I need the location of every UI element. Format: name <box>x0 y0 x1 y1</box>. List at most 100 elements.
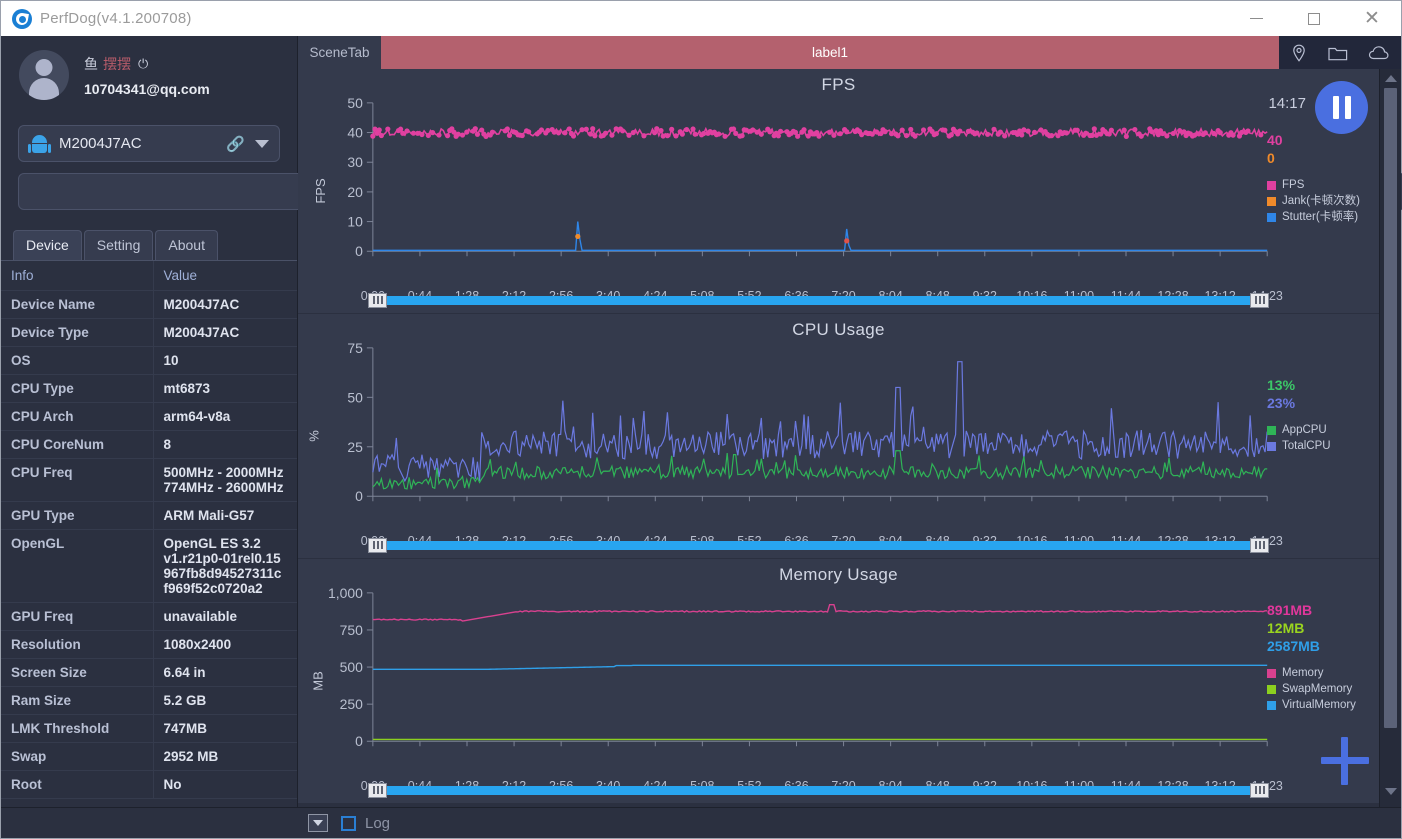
slider-handle-left[interactable] <box>368 782 387 798</box>
series-appcpu <box>372 450 1268 490</box>
legend-current-value: 0 <box>1267 150 1275 166</box>
chart-legend: 891MB 12MB 2587MB Memory SwapMemory VirtualMe… <box>1267 601 1375 713</box>
window-title: PerfDog(v4.1.200708) <box>40 10 192 27</box>
slider-handle-right[interactable] <box>1250 292 1269 308</box>
device-select[interactable]: M2004J7AC 🔗 <box>18 125 280 162</box>
slider-handle-left[interactable] <box>368 292 387 308</box>
device-info-rows: Device Name M2004J7AC Device Type M2004J7AC… <box>1 290 297 799</box>
slider-handle-left[interactable] <box>368 537 387 553</box>
chart-plot: 0 10 20 30 40 50 <box>347 95 1268 259</box>
column-header-value: Value <box>153 261 297 291</box>
pause-icon <box>1344 96 1351 119</box>
chart-memory-usage: Memory UsageMB02505007501,0000:000:441:2… <box>298 559 1379 804</box>
label-tab[interactable]: label1 <box>381 36 1279 69</box>
scene-tab[interactable]: SceneTab <box>298 36 381 69</box>
row-key: CPU Freq <box>1 458 154 502</box>
y-tick-label: 0 <box>355 243 363 259</box>
table-row: CPU Freq 500MHz - 2000MHz 774MHz - 2600MHz <box>1 458 297 502</box>
avatar-icon[interactable] <box>19 50 69 100</box>
usb-link-icon[interactable]: 🔗 <box>226 135 245 153</box>
tab-setting[interactable]: Setting <box>83 230 154 260</box>
scrollbar-thumb[interactable] <box>1384 88 1397 728</box>
series-jank <box>575 233 581 240</box>
slider-track[interactable] <box>387 295 1250 305</box>
time-range-slider[interactable] <box>368 782 1269 798</box>
legend-item[interactable]: Stutter(卡顿率) <box>1267 209 1375 225</box>
table-row: CPU CoreNum 8 <box>1 430 297 459</box>
close-icon: ✕ <box>1364 8 1380 29</box>
chart-cpu-usage: CPU Usage%02550750:000:441:282:122:563:4… <box>298 314 1379 559</box>
legend-item[interactable]: Jank(卡顿次数) <box>1267 193 1375 209</box>
user-profile: 鱼 摆摆 ⏻ 10704341@qq.com <box>1 36 297 112</box>
row-key: CPU Arch <box>1 402 154 431</box>
scroll-up-icon[interactable] <box>1384 75 1397 82</box>
log-checkbox[interactable] <box>341 815 356 831</box>
folder-icon[interactable] <box>1327 43 1349 63</box>
sidebar: 鱼 摆摆 ⏻ 10704341@qq.com M2004J7AC 🔗 和平精英 <box>1 36 1402 807</box>
slider-track[interactable] <box>387 785 1250 795</box>
row-value: OpenGL ES 3.2 v1.r21p0-01rel0.15 967fb8d94… <box>153 529 297 603</box>
legend-label: Jank(卡顿次数) <box>1282 195 1360 207</box>
y-tick-label: 20 <box>347 184 363 200</box>
row-value: ARM Mali-G57 <box>153 501 297 530</box>
tab-device[interactable]: Device <box>13 230 82 260</box>
power-icon[interactable]: ⏻ <box>138 56 148 72</box>
legend-item[interactable]: AppCPU <box>1267 422 1375 438</box>
close-button[interactable]: ✕ <box>1343 1 1401 36</box>
tab-about[interactable]: About <box>155 230 218 260</box>
row-key: CPU CoreNum <box>1 430 154 459</box>
maximize-button[interactable] <box>1285 1 1343 36</box>
table-row: Swap 2952 MB <box>1 742 297 771</box>
table-row: Resolution 1080x2400 <box>1 630 297 659</box>
legend-item[interactable]: FPS <box>1267 177 1375 193</box>
user-nickname: 鱼 摆摆 ⏻ <box>84 54 210 74</box>
series-fps <box>370 126 1264 139</box>
y-tick-label: 75 <box>347 340 363 356</box>
slider-track[interactable] <box>387 540 1250 550</box>
y-tick-label: 0 <box>355 488 363 504</box>
legend-item[interactable]: SwapMemory <box>1267 681 1375 697</box>
column-header-info: Info <box>1 261 154 291</box>
row-value: 500MHz - 2000MHz 774MHz - 2600MHz <box>153 458 297 502</box>
legend-item[interactable]: VirtualMemory <box>1267 697 1375 713</box>
pause-button[interactable] <box>1315 81 1368 134</box>
window-body: 鱼 摆摆 ⏻ 10704341@qq.com M2004J7AC 🔗 和平精英 <box>1 36 1402 807</box>
bottom-bar: Log <box>1 807 1401 838</box>
scene-tab-bar: SceneTab label1 <box>298 36 1401 69</box>
time-range-slider[interactable] <box>368 537 1269 553</box>
legend-swatch <box>1267 700 1276 710</box>
row-key: GPU Type <box>1 501 154 530</box>
legend-current-value: 40 <box>1267 132 1283 148</box>
device-info-table: Info Value Device Name M2004J7AC Device Ty… <box>1 261 297 799</box>
legend-item[interactable]: TotalCPU <box>1267 438 1375 454</box>
chevron-down-icon <box>255 139 269 148</box>
legend-swatch <box>1267 212 1276 222</box>
row-key: Ram Size <box>1 686 154 715</box>
legend-current-value: 12MB <box>1267 620 1305 636</box>
cloud-icon[interactable] <box>1367 43 1391 63</box>
charts-scrollbar[interactable] <box>1379 69 1401 807</box>
sidebar-tabs: Device Setting About <box>13 230 297 260</box>
scroll-down-icon[interactable] <box>1384 788 1397 795</box>
maximize-icon <box>1308 12 1320 25</box>
time-range-slider[interactable] <box>368 292 1269 308</box>
legend-label: VirtualMemory <box>1282 699 1356 711</box>
series-totalcpu <box>372 361 1268 483</box>
slider-handle-right[interactable] <box>1250 782 1269 798</box>
minimize-button[interactable] <box>1227 1 1285 36</box>
legend-label: FPS <box>1282 179 1305 191</box>
minimize-icon <box>1249 18 1263 19</box>
slider-handle-right[interactable] <box>1250 537 1269 553</box>
y-tick-label: 1,000 <box>328 585 363 601</box>
table-row: Root No <box>1 770 297 799</box>
collapse-button[interactable] <box>308 814 328 832</box>
legend-label: TotalCPU <box>1282 440 1331 452</box>
legend-label: SwapMemory <box>1282 683 1353 695</box>
legend-item[interactable]: Memory <box>1267 665 1375 681</box>
device-info-table-wrap: Info Value Device Name M2004J7AC Device Ty… <box>1 260 297 807</box>
table-row: GPU Type ARM Mali-G57 <box>1 501 297 530</box>
nickname-part2: 摆摆 <box>103 55 131 72</box>
location-pin-icon[interactable] <box>1289 43 1309 63</box>
add-chart-button[interactable] <box>1321 737 1369 785</box>
series-virtualmemory <box>372 664 1268 670</box>
